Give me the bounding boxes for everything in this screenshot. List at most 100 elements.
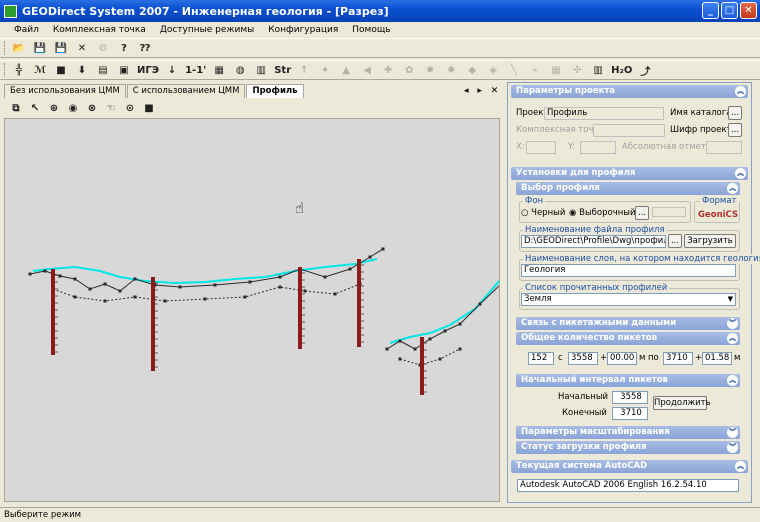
context-help-icon[interactable]: ⁇	[137, 40, 153, 56]
book-icon[interactable]: ▥	[253, 62, 269, 78]
str-icon[interactable]: Str	[274, 62, 291, 78]
load-button[interactable]: Загрузить	[684, 234, 736, 248]
target-icon[interactable]: ◉	[65, 100, 81, 116]
section-start-interval[interactable]: Начальный интервал пикетов ︽	[516, 374, 740, 387]
color-swatch[interactable]	[652, 207, 686, 217]
menu-complex-point[interactable]: Комплексная точка	[53, 25, 146, 35]
file-name-field[interactable]: D:\GEODirect\Profile\Dwg\профиль_n	[521, 235, 666, 248]
expand-icon[interactable]: ︾	[727, 442, 738, 453]
delete-point-icon[interactable]: ⊗	[84, 100, 100, 116]
to-add-field[interactable]: 01.58	[702, 352, 732, 365]
tool-g-icon[interactable]: ✹	[443, 62, 459, 78]
save-small-icon[interactable]: ■	[141, 100, 157, 116]
tab-with-dtm[interactable]: С использованием ЦММ	[126, 84, 246, 98]
tool-m-icon[interactable]: ✣	[569, 62, 585, 78]
delete-icon[interactable]: ✕	[74, 40, 90, 56]
up-icon[interactable]: ↑	[296, 62, 312, 78]
collapse-icon[interactable]: ︽	[727, 183, 738, 194]
tool-l-icon[interactable]: ▦	[548, 62, 564, 78]
file-browse-button[interactable]: ...	[668, 234, 682, 248]
continue-button[interactable]: Продолжить	[653, 396, 711, 410]
color-browse-button[interactable]: ...	[635, 206, 649, 220]
radio-black[interactable]: ○ Черный	[521, 208, 565, 218]
collapse-icon[interactable]: ︽	[735, 86, 746, 97]
project-field[interactable]: Профиль	[544, 107, 664, 120]
open-folder-icon[interactable]: 📂	[11, 40, 27, 56]
curve-icon[interactable]: ⤴	[637, 62, 653, 78]
cipher-browse-button[interactable]: ...	[728, 123, 742, 137]
arrow-down-icon[interactable]: ↓	[164, 62, 180, 78]
tool-k-icon[interactable]: ⌁	[527, 62, 543, 78]
circle-icon[interactable]: ⊙	[122, 100, 138, 116]
section-total-pickets[interactable]: Общее количество пикетов ︽	[516, 332, 740, 345]
from-add-field[interactable]: 00.00	[607, 352, 637, 365]
menu-modes[interactable]: Доступные режимы	[160, 25, 254, 35]
tool-d-icon[interactable]: ✚	[380, 62, 396, 78]
from-main-field[interactable]: 3558	[568, 352, 598, 365]
ruler-icon[interactable]: ▥	[590, 62, 606, 78]
collapse-icon[interactable]: ︽	[727, 375, 738, 386]
menu-file[interactable]: Файл	[14, 25, 39, 35]
layer-field[interactable]: Геология	[521, 264, 736, 277]
complex-point-select[interactable]	[593, 124, 665, 137]
section-load-status[interactable]: Статус загрузки профиля ︾	[516, 441, 740, 454]
collapse-icon[interactable]: ︽	[727, 333, 738, 344]
ratio-icon[interactable]: 1-1'	[185, 62, 206, 78]
tab-profile[interactable]: Профиль	[246, 84, 304, 98]
abs-field[interactable]	[706, 141, 742, 154]
expand-icon[interactable]: ︾	[727, 318, 738, 329]
crosshair-icon[interactable]: ⊕	[46, 100, 62, 116]
minimize-button[interactable]: _	[702, 2, 719, 19]
maximize-button[interactable]: □	[721, 2, 738, 19]
hand-icon[interactable]: ☜	[103, 100, 119, 116]
tool-a-icon[interactable]: ✦	[317, 62, 333, 78]
ige-icon[interactable]: ИГЭ	[137, 62, 159, 78]
expand-icon[interactable]: ︾	[727, 427, 738, 438]
globe-icon[interactable]: ◍	[232, 62, 248, 78]
tool-i-icon[interactable]: ◈	[485, 62, 501, 78]
grid-icon[interactable]: ▦	[211, 62, 227, 78]
fence-icon[interactable]: ℳ	[32, 62, 48, 78]
chart-icon[interactable]: ▣	[116, 62, 132, 78]
tool-h-icon[interactable]: ◆	[464, 62, 480, 78]
tool-c-icon[interactable]: ◀	[359, 62, 375, 78]
section-picket-link[interactable]: Связь с пикетажными данными ︾	[516, 317, 740, 330]
collapse-icon[interactable]: ︽	[735, 461, 746, 472]
tool-e-icon[interactable]: ✿	[401, 62, 417, 78]
section-project-params[interactable]: Параметры проекта ︽	[511, 85, 748, 98]
help-icon[interactable]: ?	[116, 40, 132, 56]
download-icon[interactable]: ⬇	[74, 62, 90, 78]
x-field[interactable]	[526, 141, 556, 154]
start-field[interactable]: 3558	[612, 391, 648, 404]
tool-b-icon[interactable]: ▲	[338, 62, 354, 78]
save-icon[interactable]: 💾	[32, 40, 48, 56]
save-disabled-icon[interactable]: 💾	[53, 40, 69, 56]
radio-selected[interactable]: ◉ Выборочный	[569, 208, 636, 218]
square-icon[interactable]: ■	[53, 62, 69, 78]
tool-f-icon[interactable]: ✸	[422, 62, 438, 78]
pointer-icon[interactable]: ↖	[27, 100, 43, 116]
section-scale-params[interactable]: Параметры масштабирования ︾	[516, 426, 740, 439]
menu-help[interactable]: Помощь	[352, 25, 390, 35]
close-button[interactable]: ✕	[740, 2, 757, 19]
catalog-browse-button[interactable]: ...	[728, 106, 742, 120]
tab-without-dtm[interactable]: Без использования ЦММ	[4, 84, 126, 98]
collapse-icon[interactable]: ︽	[735, 168, 746, 179]
menu-configuration[interactable]: Конфигурация	[268, 25, 338, 35]
section-profile-choice[interactable]: Выбор профиля ︽	[516, 182, 740, 195]
end-field[interactable]: 3710	[612, 407, 648, 420]
tab-navigation[interactable]: ◂ ▸ ✕	[464, 86, 501, 96]
to-main-field[interactable]: 3710	[663, 352, 693, 365]
section-profile-settings[interactable]: Установки для профиля ︽	[511, 167, 748, 180]
picket-count-field[interactable]: 152	[528, 352, 554, 365]
h2o-icon[interactable]: H₂O	[611, 62, 632, 78]
profile-canvas[interactable]: ☝	[4, 118, 500, 502]
pile-icon[interactable]: ╬	[11, 62, 27, 78]
read-list-select[interactable]: Земля ▼	[521, 293, 736, 306]
tool-j-icon[interactable]: ╲	[506, 62, 522, 78]
settings-icon[interactable]: ⚙	[95, 40, 111, 56]
section-autocad[interactable]: Текущая система AutoCAD ︽	[511, 460, 748, 473]
select-icon[interactable]: ⧉	[8, 100, 24, 116]
list-icon[interactable]: ▤	[95, 62, 111, 78]
y-field[interactable]	[580, 141, 616, 154]
